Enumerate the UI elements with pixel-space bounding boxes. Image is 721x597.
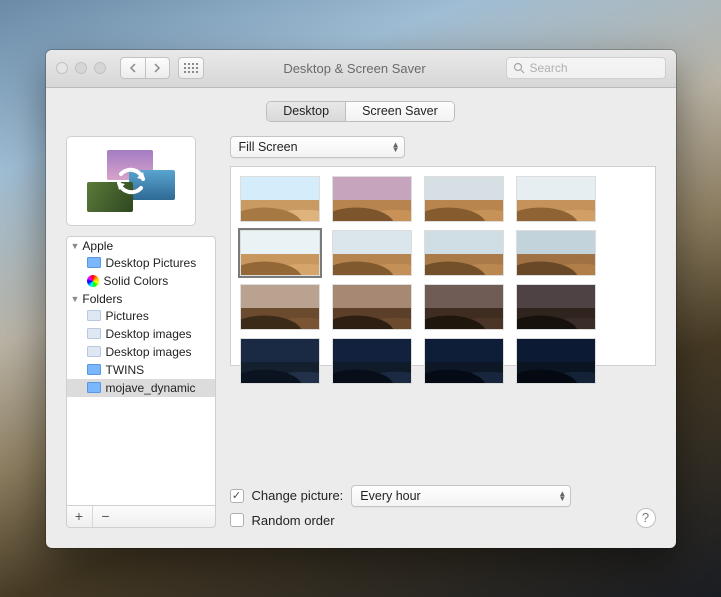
source-item[interactable]: Solid Colors — [67, 272, 215, 290]
source-item[interactable]: TWINS — [67, 361, 215, 379]
help-button[interactable]: ? — [636, 508, 656, 528]
thumbnail-grid — [240, 176, 651, 384]
search-icon — [513, 62, 525, 74]
fit-mode-value: Fill Screen — [239, 140, 298, 154]
folder-icon — [87, 257, 101, 268]
wallpaper-thumbnail[interactable] — [240, 230, 320, 276]
source-item-label: TWINS — [106, 363, 145, 377]
grid-icon — [184, 63, 198, 73]
wallpaper-thumbnail[interactable] — [332, 338, 412, 384]
add-folder-button[interactable]: + — [67, 506, 93, 527]
tab-desktop-label: Desktop — [283, 104, 329, 118]
source-item-label: mojave_dynamic — [106, 381, 196, 395]
search-input[interactable]: Search — [506, 57, 666, 79]
wallpaper-thumbnail[interactable] — [516, 176, 596, 222]
thumbnail-grid-container — [230, 166, 656, 366]
source-item[interactable]: Desktop Pictures — [67, 254, 215, 272]
options: ✓ Change picture: Every hour ▲▼ Random o… — [230, 473, 656, 528]
change-picture-label: Change picture: — [252, 488, 344, 503]
updown-icon: ▲▼ — [550, 491, 566, 501]
disclosure-triangle-icon: ▼ — [71, 241, 80, 251]
tab-screensaver-label: Screen Saver — [362, 104, 438, 118]
wallpaper-thumbnail[interactable] — [424, 230, 504, 276]
folder-icon — [87, 364, 101, 375]
folder-icon — [87, 310, 101, 321]
content: ▼AppleDesktop PicturesSolid Colors▼Folde… — [66, 136, 656, 528]
updown-icon: ▲▼ — [384, 142, 400, 152]
wallpaper-thumbnail[interactable] — [240, 338, 320, 384]
show-all-button[interactable] — [178, 57, 204, 79]
source-list[interactable]: ▼AppleDesktop PicturesSolid Colors▼Folde… — [66, 236, 216, 506]
titlebar: Desktop & Screen Saver Search — [46, 50, 676, 88]
folder-icon — [87, 382, 101, 393]
source-item[interactable]: Desktop images — [67, 325, 215, 343]
source-item-label: Desktop images — [106, 327, 192, 341]
wallpaper-thumbnail[interactable] — [424, 176, 504, 222]
window-controls — [56, 62, 106, 74]
zoom-dot[interactable] — [94, 62, 106, 74]
cycle-icon — [87, 150, 175, 212]
disclosure-triangle-icon: ▼ — [71, 294, 80, 304]
source-group-header[interactable]: ▼Folders — [67, 290, 215, 307]
right-column: Fill Screen ▲▼ ✓ Change picture: Every h… — [230, 136, 656, 528]
preferences-window: Desktop & Screen Saver Search Desktop Sc… — [46, 50, 676, 548]
wallpaper-thumbnail[interactable] — [424, 338, 504, 384]
wallpaper-thumbnail[interactable] — [516, 284, 596, 330]
tab-desktop[interactable]: Desktop — [267, 102, 345, 121]
random-order-checkbox[interactable] — [230, 513, 244, 527]
pane-body: Desktop Screen Saver ▼AppleDesktop Pic — [46, 88, 676, 548]
source-item-label: Solid Colors — [104, 274, 169, 288]
source-item-label: Pictures — [106, 309, 149, 323]
color-wheel-icon — [87, 275, 99, 287]
current-desktop-preview — [66, 136, 196, 226]
chevron-right-icon — [153, 63, 161, 73]
wallpaper-thumbnail[interactable] — [332, 230, 412, 276]
source-group-label: Apple — [82, 239, 113, 253]
change-interval-popup[interactable]: Every hour ▲▼ — [351, 485, 571, 507]
source-item[interactable]: mojave_dynamic — [67, 379, 215, 397]
add-remove-bar: + − — [66, 506, 216, 528]
search-placeholder: Search — [530, 61, 568, 75]
change-interval-value: Every hour — [360, 489, 420, 503]
random-order-label: Random order — [252, 513, 335, 528]
wallpaper-thumbnail[interactable] — [424, 284, 504, 330]
fit-mode-popup[interactable]: Fill Screen ▲▼ — [230, 136, 405, 158]
source-item-label: Desktop Pictures — [106, 256, 197, 270]
wallpaper-thumbnail[interactable] — [332, 284, 412, 330]
source-item[interactable]: Desktop images — [67, 343, 215, 361]
source-group-header[interactable]: ▼Apple — [67, 237, 215, 254]
minimize-dot[interactable] — [75, 62, 87, 74]
tabs: Desktop Screen Saver — [66, 101, 656, 122]
change-picture-checkbox[interactable]: ✓ — [230, 489, 244, 503]
close-dot[interactable] — [56, 62, 68, 74]
remove-folder-button[interactable]: − — [93, 506, 119, 527]
nav-back-forward — [120, 57, 170, 79]
source-item-label: Desktop images — [106, 345, 192, 359]
forward-button[interactable] — [145, 58, 169, 78]
folder-icon — [87, 346, 101, 357]
wallpaper-thumbnail[interactable] — [240, 284, 320, 330]
tab-screensaver[interactable]: Screen Saver — [345, 102, 454, 121]
folder-icon — [87, 328, 101, 339]
wallpaper-thumbnail[interactable] — [332, 176, 412, 222]
wallpaper-thumbnail[interactable] — [516, 338, 596, 384]
source-group-label: Folders — [82, 292, 122, 306]
wallpaper-thumbnail[interactable] — [516, 230, 596, 276]
left-column: ▼AppleDesktop PicturesSolid Colors▼Folde… — [66, 136, 216, 528]
chevron-left-icon — [129, 63, 137, 73]
source-item[interactable]: Pictures — [67, 307, 215, 325]
window-title: Desktop & Screen Saver — [283, 61, 425, 76]
back-button[interactable] — [121, 58, 145, 78]
wallpaper-thumbnail[interactable] — [240, 176, 320, 222]
